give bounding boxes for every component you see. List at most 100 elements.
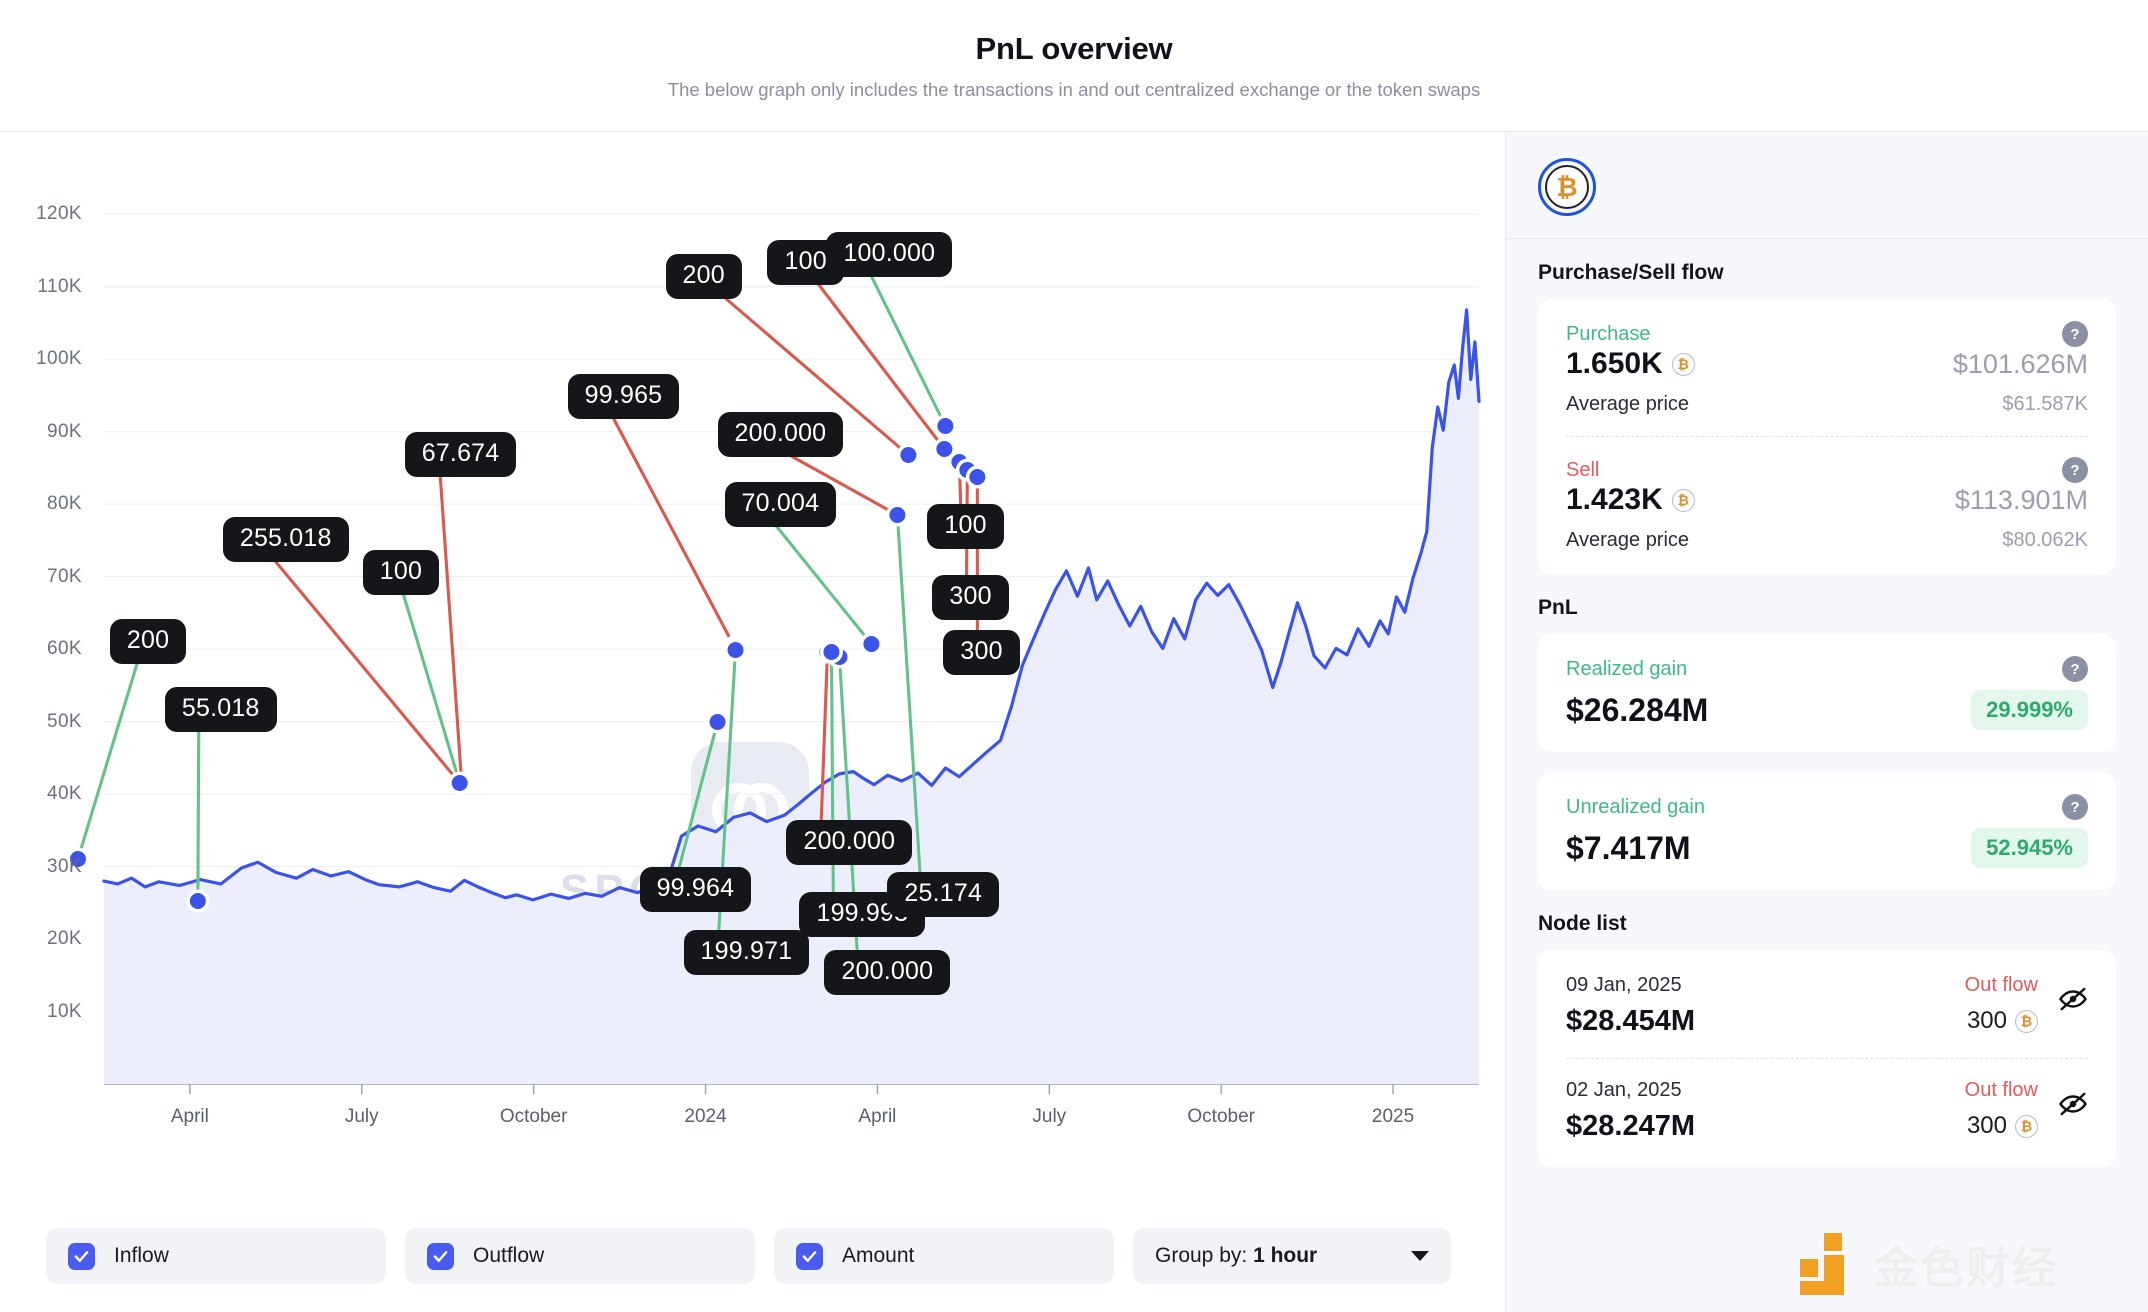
pnl-section-title: PnL [1538, 596, 1578, 619]
page-body: SPOTONCHAIN 10K20K30K40K50K60K70K80K90K1… [0, 132, 2148, 1312]
sell-amount: 1.423K [1566, 483, 1663, 516]
marker-chip[interactable]: 300 [943, 630, 1020, 675]
bitcoin-mini-icon: ₿ [1671, 488, 1695, 512]
outflow-checkbox[interactable]: Outflow [405, 1228, 755, 1284]
sidebar-token-header: ₿ [1506, 132, 2148, 239]
amount-label: Amount [842, 1244, 915, 1267]
purchase-amount: 1.650K [1566, 347, 1663, 380]
marker-chip[interactable]: 99.964 [639, 866, 752, 912]
group-by-value: 1 hour [1253, 1244, 1318, 1267]
sell-usd: $113.901M [1954, 484, 2088, 515]
card-divider [1566, 436, 2088, 437]
node-list-row[interactable]: 02 Jan, 2025 $28.247M Out flow 300 ₿ [1566, 1058, 2088, 1163]
node-value: $28.454M [1566, 1005, 1695, 1037]
marker-chip[interactable]: 99.965 [567, 374, 680, 419]
node-flow-type: Out flow [1964, 974, 2038, 996]
marker-chip[interactable]: 200 [109, 619, 187, 664]
y-axis-tick: 100K [36, 348, 82, 370]
realized-gain-value: $26.284M [1566, 691, 1709, 728]
marker-chip[interactable]: 200.000 [824, 950, 951, 995]
purchase-avg-value: $61.587K [2002, 393, 2088, 415]
pnl-chart[interactable]: SPOTONCHAIN 10K20K30K40K50K60K70K80K90K1… [0, 132, 1505, 1200]
x-axis-tick: April [858, 1106, 897, 1127]
unrealized-gain-label: Unrealized gain [1566, 795, 1705, 818]
summary-sidebar: ₿ Purchase/Sell flow Purchase ? 1.650K ₿ … [1506, 132, 2148, 1312]
marker-chip[interactable]: 200.000 [717, 412, 844, 457]
page-header: PnL overview The below graph only includ… [0, 0, 2148, 132]
node-date: 09 Jan, 2025 [1566, 974, 1682, 996]
purchase-sell-card: Purchase ? 1.650K ₿ $101.626M Average pri… [1538, 299, 2116, 574]
y-axis-tick: 50K [46, 710, 82, 732]
marker-chip[interactable]: 200.000 [786, 820, 913, 865]
purchase-label: Purchase [1566, 322, 1651, 345]
node-list-row[interactable]: 09 Jan, 2025 $28.454M Out flow 300 ₿ [1566, 954, 2088, 1058]
purchase-usd: $101.626M [1952, 348, 2088, 379]
sell-avg-label: Average price [1566, 529, 1690, 551]
marker-chip[interactable]: 100.000 [826, 232, 953, 277]
x-axis-tick: July [1032, 1106, 1067, 1127]
inflow-checkbox[interactable]: Inflow [46, 1228, 386, 1284]
y-axis-tick: 70K [46, 565, 82, 587]
help-icon[interactable]: ? [2062, 457, 2088, 483]
pnl-overview-page: PnL overview The below graph only includ… [0, 0, 2148, 1312]
purchase-sell-section-title: Purchase/Sell flow [1538, 261, 1724, 284]
node-quantity: 300 ₿ [1965, 1112, 2038, 1140]
page-title: PnL overview [975, 30, 1173, 66]
marker-chip[interactable]: 100 [927, 504, 1004, 549]
bitcoin-token-icon: ₿ [1538, 158, 1596, 216]
y-axis: 10K 20K 30K 40K 50K 60K 70K 80K 90K 100K 110K 120K [0, 132, 104, 1200]
x-axis-tick: October [499, 1106, 568, 1127]
marker-chip[interactable]: 255.018 [222, 517, 349, 562]
hide-eye-icon[interactable] [2058, 1079, 2088, 1124]
sell-label: Sell [1566, 458, 1600, 481]
marker-chip[interactable]: 200 [665, 254, 742, 299]
y-axis-tick: 60K [46, 638, 82, 660]
marker-chip[interactable]: 25.174 [887, 872, 1000, 917]
unrealized-gain-percent: 52.945% [1971, 828, 2088, 868]
marker-chip[interactable]: 199.971 [683, 930, 810, 975]
y-axis-tick: 90K [46, 420, 82, 442]
unrealized-gain-value: $7.417M [1566, 829, 1691, 866]
amount-checkbox[interactable]: Amount [774, 1228, 1114, 1284]
node-flow-type: Out flow [1964, 1079, 2038, 1101]
sidebar-content[interactable]: Purchase/Sell flow Purchase ? 1.650K ₿ $1… [1506, 239, 2148, 1312]
group-by-dropdown[interactable]: Group by: 1 hour [1133, 1228, 1451, 1284]
node-list-section-title: Node list [1538, 912, 1627, 935]
x-axis-tick: April [170, 1106, 209, 1127]
bitcoin-mini-icon: ₿ [1671, 352, 1695, 376]
check-icon [427, 1242, 454, 1270]
check-icon [796, 1242, 823, 1270]
unrealized-gain-card: Unrealized gain ? $7.417M 52.945% [1538, 772, 2116, 890]
bitcoin-symbol: ₿ [1545, 165, 1589, 209]
chart-canvas [66, 213, 1481, 1094]
inflow-label: Inflow [114, 1244, 169, 1267]
y-axis-tick: 110K [37, 275, 82, 297]
chart-controls: Inflow Outflow Amount Group by: 1 hour [0, 1200, 1505, 1312]
marker-chip[interactable]: 70.004 [724, 482, 837, 527]
y-axis-tick: 20K [46, 928, 82, 950]
help-icon[interactable]: ? [2062, 656, 2088, 682]
realized-gain-card: Realized gain ? $26.284M 29.999% [1538, 634, 2116, 752]
marker-chip[interactable]: 55.018 [164, 687, 277, 732]
x-axis-tick: 2024 [684, 1106, 727, 1127]
y-axis-tick: 40K [46, 783, 82, 805]
y-axis-tick: 80K [46, 493, 82, 515]
hide-eye-icon[interactable] [2058, 974, 2088, 1019]
x-axis-tick: July [344, 1106, 379, 1127]
chevron-down-icon [1411, 1251, 1429, 1261]
sell-flow-row: Sell ? 1.423K ₿ $113.901M Average price $… [1566, 457, 2088, 552]
help-icon[interactable]: ? [2062, 794, 2088, 820]
node-quantity: 300 ₿ [1965, 1007, 2038, 1035]
y-axis-tick: 30K [46, 855, 82, 877]
marker-chip[interactable]: 67.674 [404, 432, 517, 477]
node-date: 02 Jan, 2025 [1566, 1079, 1682, 1101]
realized-gain-label: Realized gain [1566, 657, 1688, 680]
chart-column: SPOTONCHAIN 10K20K30K40K50K60K70K80K90K1… [0, 132, 1506, 1312]
marker-chip[interactable]: 300 [932, 575, 1009, 620]
node-value: $28.247M [1566, 1110, 1695, 1142]
marker-chip[interactable]: 100 [362, 550, 440, 595]
help-icon[interactable]: ? [2062, 321, 2088, 347]
y-axis-tick: 10K [46, 1000, 82, 1022]
purchase-avg-label: Average price [1566, 393, 1690, 415]
outflow-label: Outflow [473, 1244, 545, 1267]
